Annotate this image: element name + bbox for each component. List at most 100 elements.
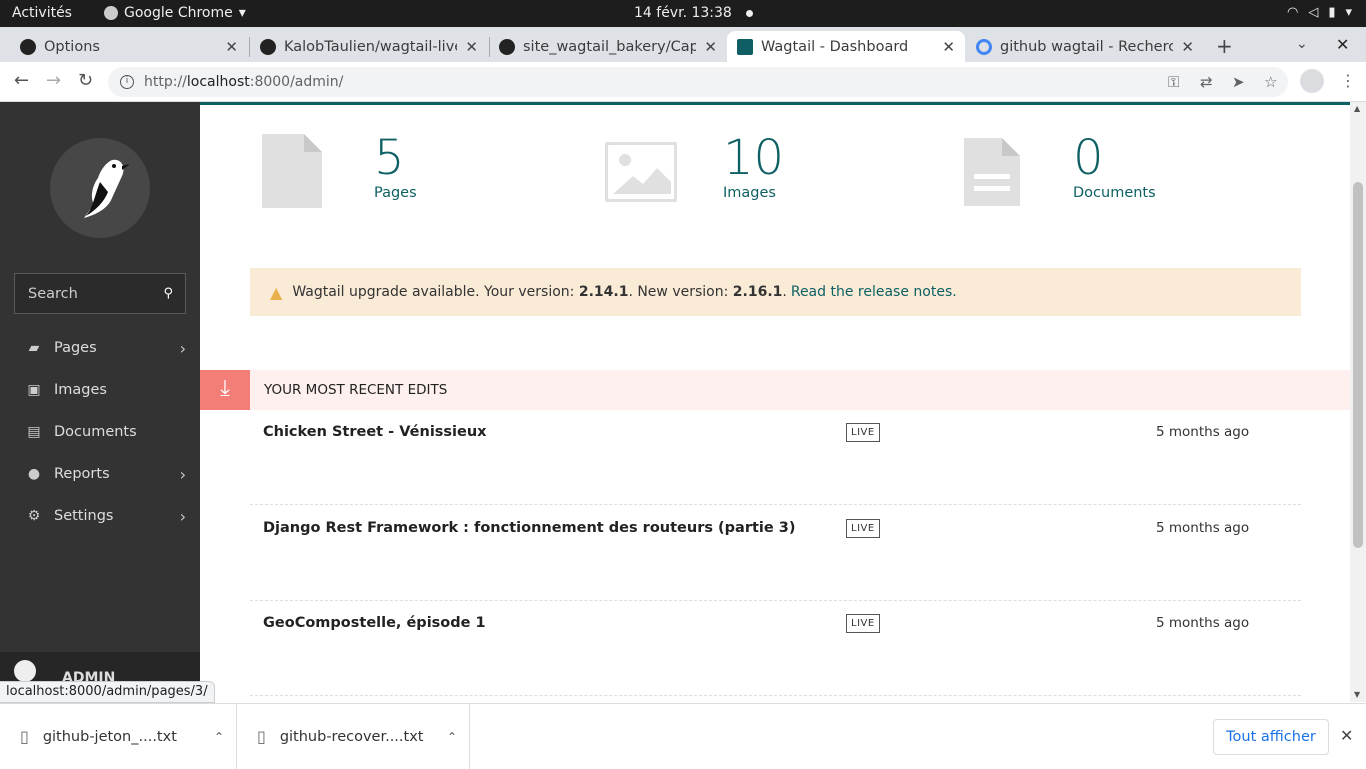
sidebar-item-documents[interactable]: ▤ Documents: [0, 411, 200, 453]
tab-options[interactable]: Options ✕: [10, 31, 248, 62]
system-tray[interactable]: ◠ ◁ ▮ ▾: [1287, 5, 1352, 20]
table-row: Chicken Street - Vénissieux LIVE 5 month…: [250, 410, 1301, 505]
app-menu[interactable]: Google Chrome ▾: [104, 5, 246, 21]
download-item[interactable]: ▯ github-recover....txt ⌃: [237, 704, 470, 769]
search-icon[interactable]: ⚲: [163, 286, 173, 301]
github-icon: [260, 38, 276, 55]
url-host: localhost: [186, 74, 250, 90]
close-icon[interactable]: ✕: [1181, 38, 1194, 56]
warning-icon: ▲: [270, 282, 283, 302]
tab-wagtail-dashboard[interactable]: Wagtail - Dashboard ✕: [727, 31, 965, 62]
release-notes-link[interactable]: Read the release notes.: [791, 284, 957, 300]
close-icon[interactable]: ✕: [704, 38, 717, 56]
pages-count: 5: [374, 130, 405, 186]
tab-title: KalobTaulien/wagtail-live: [284, 38, 458, 55]
recent-edits-title: YOUR MOST RECENT EDITS: [264, 382, 448, 398]
chevron-up-icon[interactable]: ⌃: [447, 730, 457, 744]
wifi-icon: ◠: [1286, 5, 1299, 20]
forward-arrow-icon[interactable]: →: [46, 70, 61, 91]
edit-title-link[interactable]: Chicken Street - Vénissieux: [263, 424, 487, 440]
folder-open-icon: ▰: [28, 340, 40, 356]
edit-title-link[interactable]: Django Rest Framework : fonctionnement d…: [263, 520, 795, 536]
header-stripe: [200, 102, 1350, 105]
back-arrow-icon[interactable]: ←: [14, 70, 29, 91]
show-all-downloads-button[interactable]: Tout afficher: [1213, 719, 1329, 755]
status-badge[interactable]: LIVE: [846, 614, 880, 633]
download-item[interactable]: ▯ github-jeton_....txt ⌃: [0, 704, 237, 769]
documents-label: Documents: [1073, 184, 1156, 201]
info-icon[interactable]: i: [120, 75, 134, 89]
reload-icon[interactable]: ↻: [78, 70, 93, 91]
battery-icon: ▮: [1328, 5, 1336, 20]
github-icon: [499, 38, 515, 55]
github-icon: [20, 38, 36, 55]
tab-google-search[interactable]: github wagtail - Recherch ✕: [966, 31, 1204, 62]
image-icon: [605, 142, 677, 202]
clock[interactable]: 14 févr. 13:38: [634, 5, 732, 21]
wagtail-logo[interactable]: [50, 138, 150, 238]
url-scheme: http://: [144, 74, 187, 90]
tab-search-chevron-icon[interactable]: ⌄: [1296, 36, 1308, 52]
new-tab-plus-icon[interactable]: +: [1216, 34, 1233, 58]
activities-button[interactable]: Activités: [12, 5, 72, 21]
download-filename: github-jeton_....txt: [42, 728, 177, 745]
scroll-up-icon[interactable]: ▲: [1354, 104, 1360, 113]
scroll-down-icon[interactable]: ▼: [1354, 690, 1360, 699]
key-icon[interactable]: ⚿: [1168, 73, 1179, 91]
address-bar[interactable]: i http:// localhost :8000/admin/ ⚿ ⇄ ➤ ☆: [108, 67, 1288, 97]
wagtail-bird-icon: [84, 159, 130, 218]
star-icon[interactable]: ☆: [1264, 73, 1277, 91]
tab-title: github wagtail - Recherch: [1000, 38, 1174, 55]
sidebar-item-pages[interactable]: ▰ Pages ›: [0, 327, 200, 369]
profile-avatar-icon[interactable]: [1300, 69, 1324, 93]
sidebar-item-reports[interactable]: ● Reports ›: [0, 453, 200, 495]
more-vertical-icon[interactable]: ⋮: [1340, 71, 1356, 90]
chevron-right-icon: ›: [179, 338, 186, 358]
tab-wagtail-live[interactable]: KalobTaulien/wagtail-live ✕: [250, 31, 488, 62]
summary-documents[interactable]: 0 Documents: [962, 132, 1156, 208]
close-icon[interactable]: ✕: [942, 38, 955, 56]
sidebar-item-label: Pages: [54, 340, 97, 356]
status-badge[interactable]: LIVE: [846, 423, 880, 442]
cogs-icon: ⚙: [27, 508, 41, 524]
close-icon[interactable]: ✕: [225, 38, 238, 56]
status-badge[interactable]: LIVE: [846, 519, 880, 538]
chevron-up-icon[interactable]: ⌃: [214, 730, 224, 744]
edit-timestamp: 5 months ago: [1156, 424, 1250, 440]
volume-icon: ◁: [1308, 5, 1319, 20]
close-icon[interactable]: ✕: [465, 38, 478, 56]
chevron-right-icon: ›: [179, 506, 186, 526]
url-path: :8000/admin/: [249, 74, 344, 90]
sidebar-item-settings[interactable]: ⚙ Settings ›: [0, 495, 200, 537]
chevron-down-icon: ▾: [238, 5, 246, 21]
window-close-icon[interactable]: ✕: [1336, 35, 1349, 54]
sidebar-search-input[interactable]: Search ⚲: [14, 273, 186, 314]
tab-title: Options: [44, 38, 100, 55]
table-row: Django Rest Framework : fonctionnement d…: [250, 506, 1301, 601]
search-placeholder: Search: [28, 285, 78, 302]
summary-pages[interactable]: 5 Pages: [260, 132, 417, 210]
scrollbar-thumb[interactable]: [1353, 182, 1363, 548]
table-row: GeoCompostelle, épisode 1 LIVE 5 months …: [250, 601, 1301, 696]
system-top-bar: Activités Google Chrome ▾ 14 févr. 13:38…: [0, 0, 1366, 27]
tab-bakery[interactable]: site_wagtail_bakery/Capt ✕: [489, 31, 727, 62]
sidebar-item-images[interactable]: ▣ Images: [0, 369, 200, 411]
translate-icon[interactable]: ⇄: [1200, 73, 1213, 91]
edit-title-link[interactable]: GeoCompostelle, épisode 1: [263, 615, 486, 631]
upgrade-text: Wagtail upgrade available. Your version:: [292, 284, 579, 300]
send-icon[interactable]: ➤: [1232, 73, 1245, 91]
page-icon: [262, 134, 322, 208]
wagtail-sidebar: Search ⚲ ▰ Pages › ▣ Images ▤ Documents …: [0, 102, 200, 702]
notification-dot: [746, 10, 753, 17]
images-label: Images: [723, 184, 776, 201]
upgrade-text-middle: . New version:: [628, 284, 733, 300]
close-icon[interactable]: ✕: [1340, 726, 1353, 745]
recent-edits-header[interactable]: ⤓ YOUR MOST RECENT EDITS: [200, 370, 1350, 410]
app-name: Google Chrome: [124, 5, 233, 21]
tab-title: Wagtail - Dashboard: [761, 38, 909, 55]
images-count: 10: [723, 130, 785, 186]
page-scrollbar[interactable]: ▲ ▼: [1350, 102, 1366, 702]
summary-images[interactable]: 10 Images: [605, 132, 784, 202]
sidebar-item-label: Reports: [54, 466, 110, 482]
file-icon: ▯: [257, 727, 266, 746]
